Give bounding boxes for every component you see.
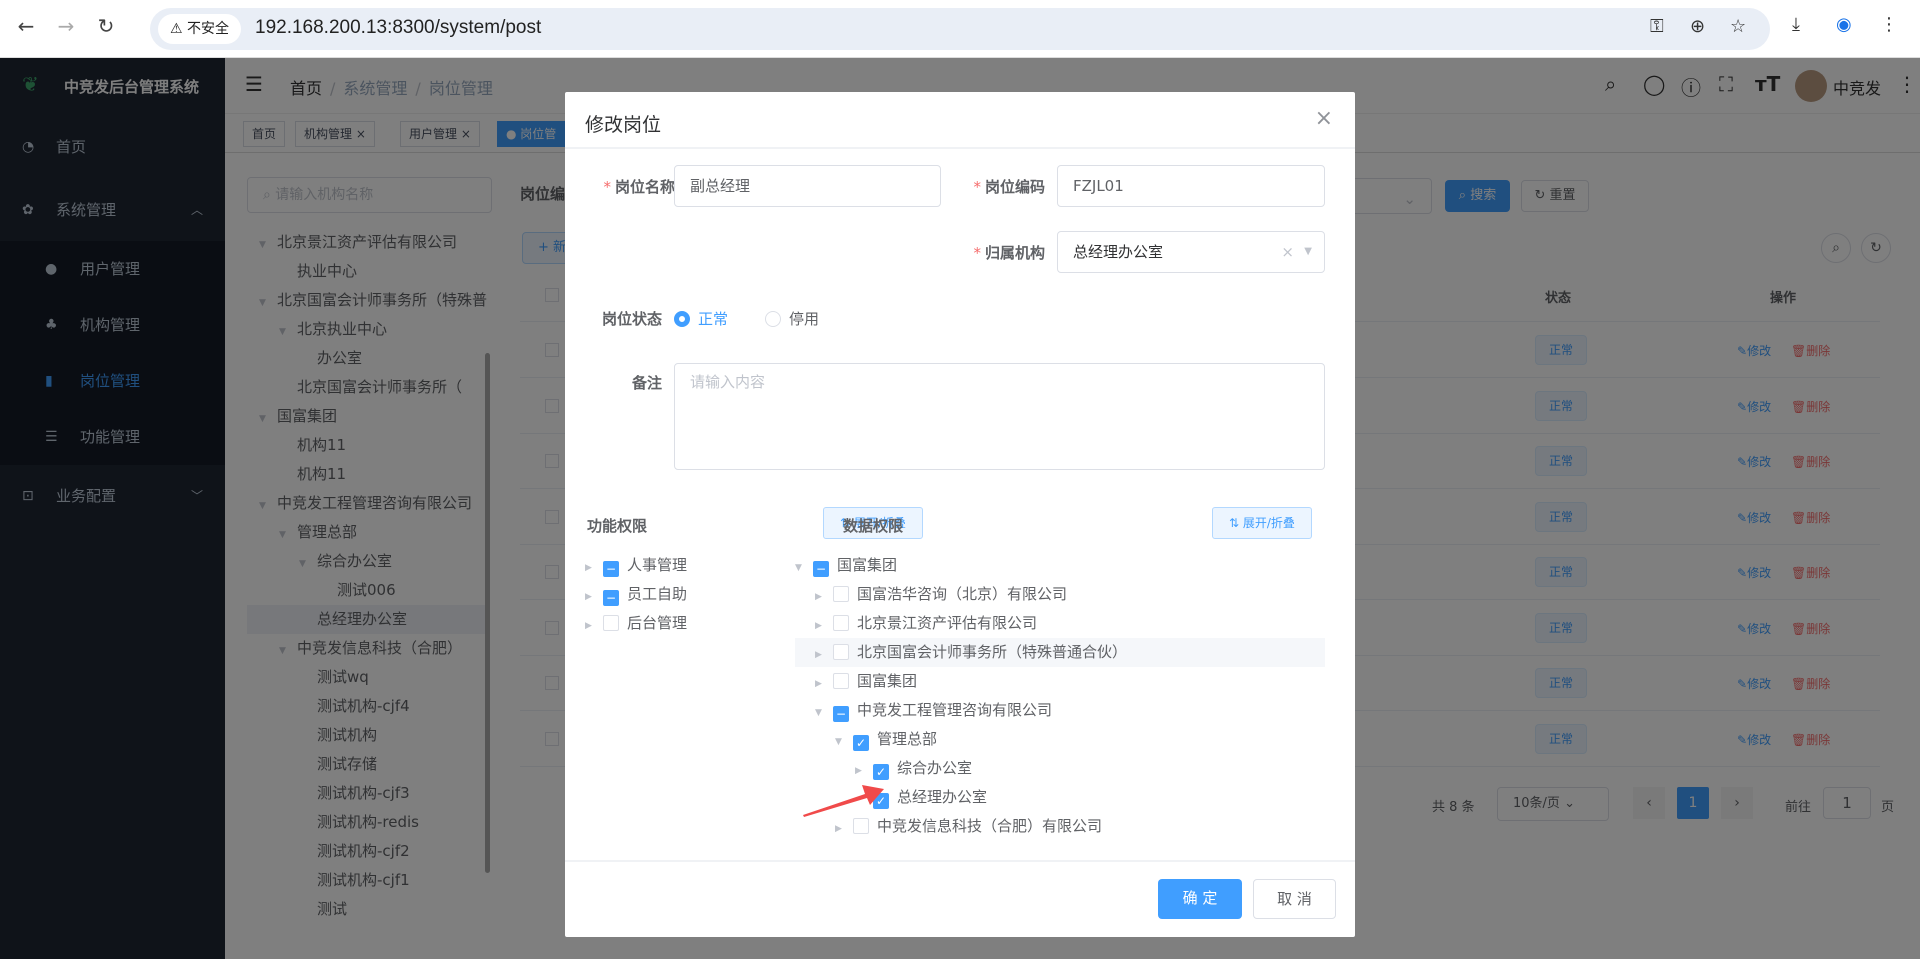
caret-right-icon[interactable]: ▶ [585, 583, 603, 612]
address-bar[interactable]: ⚠ 不安全 192.168.200.13:8300/system/post ⚿ … [150, 8, 1770, 50]
download-icon[interactable]: ⤓ [1792, 14, 1800, 35]
checkbox[interactable]: − [833, 706, 849, 722]
perm-tree-node-label: 国富集团 [857, 672, 918, 690]
post-code-label: 岗位编码 [984, 178, 1045, 196]
post-name-label: 岗位名称 [614, 178, 675, 196]
org-select[interactable]: 总经理办公室 × ▼ [1057, 231, 1325, 273]
perm-tree-node-label: 管理总部 [877, 730, 938, 748]
perm-tree-node[interactable]: ▶ 北京景江资产评估有限公司 [795, 609, 1325, 638]
perm-tree-node-label: 国富浩华咨询（北京）有限公司 [857, 585, 1068, 603]
perm-tree-node[interactable]: ▼ − 中竞发工程管理咨询有限公司 [795, 696, 1325, 725]
annotation-arrow [803, 785, 884, 817]
checkbox[interactable] [833, 673, 849, 689]
radio-checked-icon [674, 311, 690, 327]
remark-textarea[interactable]: 请输入内容 [674, 363, 1325, 470]
browser-toolbar: ← → ↻ ⚠ 不安全 192.168.200.13:8300/system/p… [0, 0, 1920, 58]
radio-unchecked-icon [765, 311, 781, 327]
arrow-shape [803, 785, 884, 817]
post-code-input[interactable]: FZJL01 [1057, 165, 1325, 207]
perm-tree-node-label: 国富集团 [837, 556, 898, 574]
checkbox[interactable]: − [603, 561, 619, 577]
caret-right-icon[interactable]: ▶ [815, 612, 833, 641]
warning-icon: ⚠ [170, 21, 188, 37]
post-name-input[interactable]: 副总经理 [674, 165, 941, 207]
perm-tree-node-label: 后台管理 [627, 614, 688, 632]
reload-icon[interactable]: ↻ [92, 14, 120, 38]
checkbox[interactable]: − [813, 561, 829, 577]
zoom-icon[interactable]: ⊕ [1690, 16, 1705, 37]
caret-right-icon[interactable]: ▶ [815, 641, 833, 670]
checkbox[interactable] [833, 615, 849, 631]
org-select-value: 总经理办公室 [1073, 243, 1164, 261]
key-icon[interactable]: ⚿ [1650, 16, 1664, 37]
insecure-badge[interactable]: ⚠ 不安全 [158, 14, 242, 44]
perm-tree-node[interactable]: ▶ − 人事管理 [585, 551, 825, 580]
perm-tree-node-label: 员工自助 [627, 585, 688, 603]
status-disabled-radio[interactable]: 停用 [765, 308, 819, 329]
expand-label: 展开/折叠 [1242, 516, 1295, 530]
perm-tree-node-label: 北京景江资产评估有限公司 [857, 614, 1038, 632]
func-perm-label: 功能权限 [587, 517, 648, 535]
caret-down-icon: ▼ [1304, 246, 1312, 257]
perm-tree-node[interactable]: ▶ − 员工自助 [585, 580, 825, 609]
checkbox[interactable]: − [603, 590, 619, 606]
profile-icon[interactable]: ◉ [1836, 14, 1852, 35]
perm-tree-node-label: 北京国富会计师事务所（特殊普通合伙） [857, 643, 1128, 661]
perm-tree-node[interactable]: ▼ ✓ 管理总部 [795, 725, 1325, 754]
caret-right-icon[interactable]: ▶ [815, 583, 833, 612]
back-icon[interactable]: ← [12, 14, 40, 38]
perm-tree-node[interactable]: ▶ 后台管理 [585, 609, 825, 638]
insecure-label: 不安全 [187, 21, 230, 37]
edit-post-dialog: 修改岗位 × * 岗位名称 副总经理 * 岗位编码 FZJL01 * 归属机构 总经理… [565, 92, 1355, 937]
perm-tree-node-label: 中竞发信息科技（合肥）有限公司 [877, 817, 1103, 835]
clear-icon[interactable]: × [1281, 232, 1294, 272]
perm-tree-node[interactable]: ▶ 国富集团 [795, 667, 1325, 696]
star-icon[interactable]: ☆ [1730, 16, 1746, 37]
perm-tree-node[interactable]: ▼ − 国富集团 [795, 551, 1325, 580]
divider [565, 147, 1355, 149]
perm-tree-node-label: 中竞发工程管理咨询有限公司 [857, 701, 1053, 719]
remark-label: 备注 [631, 374, 662, 392]
footer-divider [565, 860, 1355, 862]
perm-tree-node-label: 人事管理 [627, 556, 688, 574]
perm-tree-node[interactable]: ▶ 北京国富会计师事务所（特殊普通合伙） [795, 638, 1325, 667]
caret-right-icon[interactable]: ▶ [585, 554, 603, 583]
confirm-button[interactable]: 确 定 [1158, 879, 1242, 919]
forward-icon[interactable]: → [52, 14, 80, 38]
checkbox[interactable] [833, 644, 849, 660]
dialog-title: 修改岗位 [585, 114, 662, 136]
caret-down-icon[interactable]: ▼ [795, 554, 813, 583]
checkbox[interactable] [603, 615, 619, 631]
func-perm-tree: ▶ − 人事管理 ▶ − 员工自助 ▶ 后台管理 [585, 551, 825, 651]
status-disabled-label: 停用 [789, 310, 820, 328]
checkbox[interactable]: ✓ [853, 735, 869, 751]
status-normal-label: 正常 [698, 310, 729, 328]
status-normal-radio[interactable]: 正常 [674, 308, 728, 329]
cancel-button[interactable]: 取 消 [1253, 879, 1336, 919]
close-icon[interactable]: × [1315, 106, 1333, 131]
caret-down-icon[interactable]: ▼ [815, 699, 833, 728]
more-icon[interactable]: ⋮ [1880, 14, 1898, 35]
caret-right-icon[interactable]: ▶ [585, 612, 603, 641]
caret-down-icon[interactable]: ▼ [835, 728, 853, 757]
data-perm-label: 数据权限 [843, 517, 904, 535]
checkbox[interactable] [833, 586, 849, 602]
perm-tree-node-label: 总经理办公室 [897, 788, 988, 806]
data-expand-button[interactable]: ⇅ 展开/折叠 [1212, 507, 1312, 539]
caret-right-icon[interactable]: ▶ [815, 670, 833, 699]
perm-tree-node-label: 综合办公室 [897, 759, 973, 777]
perm-tree-node[interactable]: ▶ 国富浩华咨询（北京）有限公司 [795, 580, 1325, 609]
url-text[interactable]: 192.168.200.13:8300/system/post [255, 17, 541, 39]
status-label: 岗位状态 [601, 310, 662, 328]
org-label: 归属机构 [984, 244, 1045, 262]
